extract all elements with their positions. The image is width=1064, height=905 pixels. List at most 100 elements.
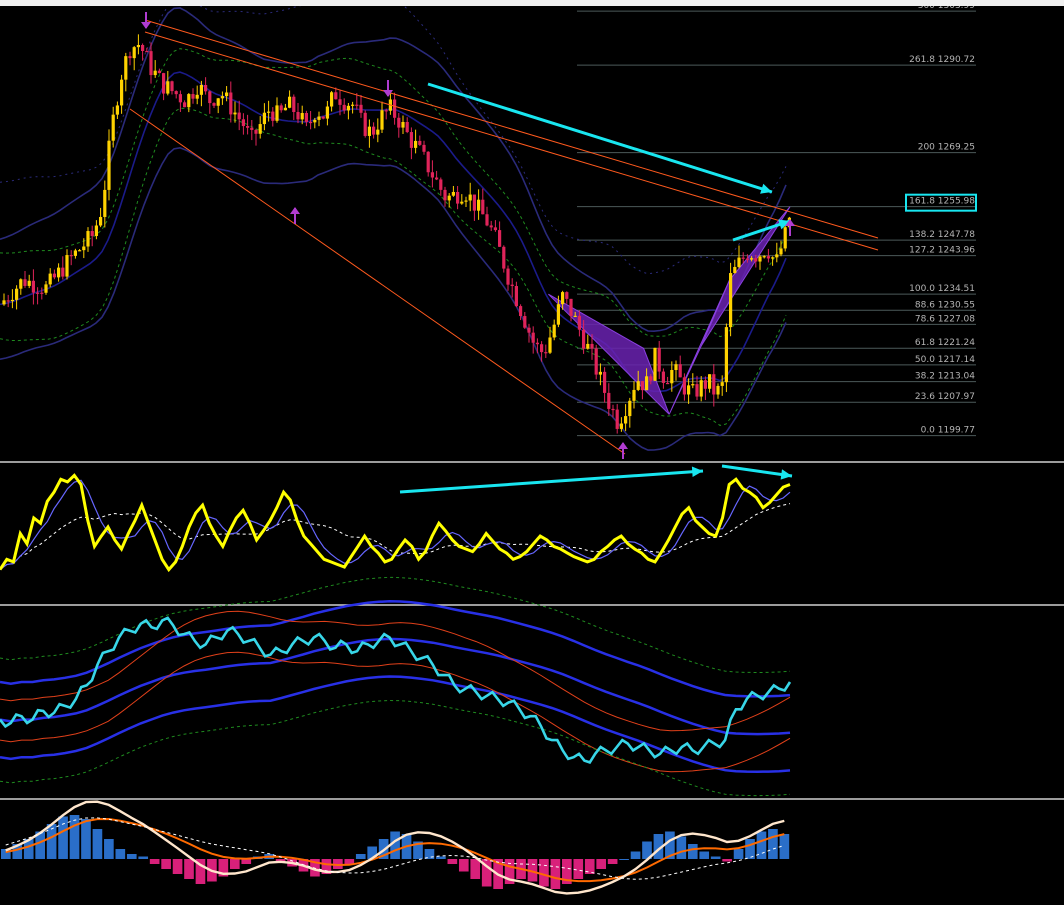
macd-bar [172, 859, 183, 874]
candle-body [435, 177, 439, 180]
candle-body [141, 44, 145, 51]
candle-body [456, 191, 460, 204]
candle-body [527, 327, 531, 333]
bb-middle [0, 71, 787, 393]
candle-body [409, 132, 413, 148]
fib-level-label: 261.8 1290.72 [909, 55, 975, 65]
trading-chart[interactable]: 300 1303.99 261.8 1290.72 200 1269.25 161.8… [0, 6, 1064, 905]
candle-body [250, 127, 254, 130]
fib-level-label: 50.0 1217.14 [915, 355, 975, 365]
candle-body [401, 121, 405, 128]
macd-bar [745, 839, 755, 859]
candle-body [514, 286, 518, 307]
candle-body [187, 94, 191, 108]
candle-body [40, 292, 44, 294]
macd-bar [619, 859, 629, 860]
candle-body [334, 92, 338, 100]
candle-body [439, 179, 443, 190]
macd-bar [58, 816, 68, 859]
candle-body [359, 104, 363, 113]
candle-body [237, 112, 241, 120]
candle-body [120, 79, 124, 106]
candle-body [649, 376, 653, 381]
macd-bar [550, 859, 561, 889]
candle-body [632, 389, 636, 401]
candle-body [313, 119, 317, 123]
fib-level-label: 127.2 1243.96 [909, 246, 975, 256]
fib-level-label: 100.0 1234.51 [909, 284, 975, 294]
candle-body [183, 102, 187, 108]
candle-body [94, 225, 98, 236]
candle-body [745, 258, 749, 260]
macd-bar [710, 856, 721, 859]
candle-body [52, 273, 56, 278]
candle-body [628, 400, 632, 417]
candle-body [279, 105, 283, 111]
candle-body [582, 329, 586, 349]
candle-body [502, 246, 506, 269]
macd-bar [355, 854, 366, 859]
candle-body [346, 105, 350, 111]
fib-level-label: 0.0 1199.77 [921, 426, 975, 436]
macd-bar [573, 859, 584, 879]
candle-body [615, 409, 619, 429]
candle-body [325, 106, 329, 119]
candle-body [69, 255, 73, 257]
rsi-divergence-arrow-head [691, 466, 703, 477]
candle-body [111, 114, 115, 141]
candle-body [762, 256, 766, 258]
candle-body [603, 371, 607, 393]
candle-body [363, 112, 367, 136]
candle-body [447, 195, 451, 201]
candle-body [149, 51, 153, 76]
candle-body [380, 110, 384, 130]
candle-body [657, 347, 661, 372]
candle-body [485, 214, 489, 226]
candle-body [355, 104, 359, 106]
candle-body [78, 250, 82, 252]
candle-body [220, 96, 224, 99]
fib-level-label: 23.6 1207.97 [915, 392, 975, 402]
candle-body [674, 364, 678, 371]
candle-body [619, 423, 623, 429]
candle-body [750, 258, 754, 260]
candle-body [31, 280, 35, 293]
fib-level-label: 88.6 1230.55 [915, 300, 975, 310]
candle-body [498, 230, 502, 247]
candle-body [414, 140, 418, 148]
candle-body [145, 50, 149, 53]
candle-body [758, 256, 762, 262]
candle-body [275, 105, 279, 121]
candle-body [691, 384, 695, 386]
candle-body [195, 94, 199, 99]
candle-body [779, 248, 783, 255]
candle-body [598, 371, 602, 375]
candle-body [73, 250, 77, 256]
candle-body [552, 324, 556, 338]
candles [2, 34, 791, 434]
candle-body [489, 225, 493, 228]
candle-body [132, 47, 136, 59]
candle-body [569, 298, 573, 316]
candle-body [191, 94, 195, 99]
candle-body [443, 189, 447, 201]
macd-bar [184, 859, 194, 879]
candle-body [733, 266, 737, 274]
channel-upper-line [144, 19, 879, 239]
candle-body [86, 231, 90, 247]
candle-body [48, 273, 52, 285]
candle-body [65, 255, 69, 277]
candle-body [103, 189, 107, 217]
candle-body [519, 306, 523, 317]
macd-bar [81, 819, 91, 859]
candle-body [309, 121, 313, 124]
candle-body [212, 103, 216, 106]
macd-bar [458, 859, 469, 872]
candle-body [531, 332, 535, 343]
candle-body [6, 300, 10, 302]
candle-body [216, 98, 220, 106]
candle-body [338, 99, 342, 105]
macd-bar [596, 859, 607, 869]
candle-body [775, 254, 779, 258]
candle-body [754, 258, 758, 262]
